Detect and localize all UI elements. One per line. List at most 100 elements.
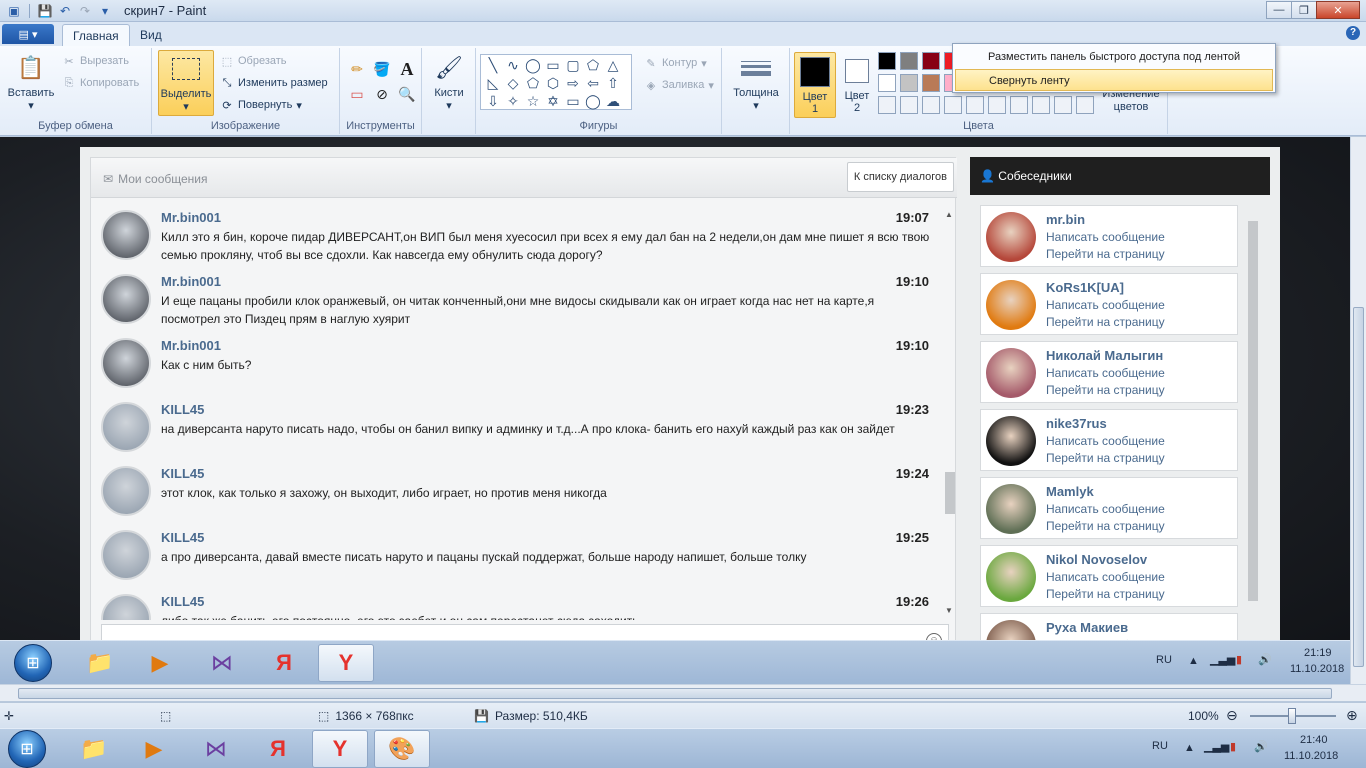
- palette-swatch[interactable]: [922, 74, 940, 92]
- canvas-horizontal-scrollbar[interactable]: [0, 684, 1366, 701]
- message-author[interactable]: KILL45: [161, 530, 204, 545]
- message-avatar[interactable]: [101, 530, 151, 580]
- diamond-shape-icon[interactable]: ◇: [503, 74, 523, 92]
- help-icon[interactable]: ?: [1346, 26, 1360, 40]
- arrow-right-shape-icon[interactable]: ⇨: [563, 74, 583, 92]
- contact-name[interactable]: Mamlyk: [1046, 484, 1094, 499]
- scroll-down-icon[interactable]: ▼: [943, 606, 955, 615]
- paint-app-icon[interactable]: ▣: [6, 3, 22, 19]
- contact-profile-link[interactable]: Перейти на страницу: [1046, 315, 1165, 329]
- pencil-icon[interactable]: ✏: [346, 58, 368, 80]
- message-avatar[interactable]: [101, 338, 151, 388]
- close-button[interactable]: ✕: [1316, 1, 1360, 19]
- message-author[interactable]: KILL45: [161, 466, 204, 481]
- message-list-scrollbar[interactable]: ▲ ▼: [943, 210, 955, 620]
- rounded-rect-shape-icon[interactable]: ▢: [563, 56, 583, 74]
- fill-button[interactable]: ◈ Заливка ▾: [644, 78, 714, 92]
- power-icon[interactable]: ▮: [1230, 740, 1236, 753]
- custom-color-swatch[interactable]: [922, 96, 940, 114]
- curve-shape-icon[interactable]: ∿: [503, 56, 523, 74]
- zoom-slider-knob[interactable]: [1288, 708, 1296, 724]
- pentagon-shape-icon[interactable]: ⬠: [523, 74, 543, 92]
- contact-profile-link[interactable]: Перейти на страницу: [1046, 247, 1165, 261]
- custom-color-swatch[interactable]: [1010, 96, 1028, 114]
- canvas-vertical-thumb[interactable]: [1353, 307, 1364, 667]
- contact-write-link[interactable]: Написать сообщение: [1046, 366, 1165, 380]
- contact-write-link[interactable]: Написать сообщение: [1046, 298, 1165, 312]
- contact-name[interactable]: Руха Макиев: [1046, 620, 1128, 635]
- taskbar-yandex-browser-icon[interactable]: Y: [312, 730, 368, 768]
- message-avatar[interactable]: [101, 210, 151, 260]
- polygon-shape-icon[interactable]: ⬠: [583, 56, 603, 74]
- contact-profile-link[interactable]: Перейти на страницу: [1046, 519, 1165, 533]
- oval-shape-icon[interactable]: ◯: [523, 56, 543, 74]
- custom-color-swatch[interactable]: [988, 96, 1006, 114]
- message-author[interactable]: Mr.bin001: [161, 274, 221, 289]
- resize-button[interactable]: ⤡ Изменить размер: [220, 76, 328, 90]
- select-button[interactable]: Выделить ▾: [158, 50, 214, 116]
- arrow-down-shape-icon[interactable]: ⇩: [483, 92, 503, 110]
- palette-swatch[interactable]: [900, 74, 918, 92]
- custom-color-swatch[interactable]: [944, 96, 962, 114]
- custom-color-swatch[interactable]: [1032, 96, 1050, 114]
- hexagon-shape-icon[interactable]: ⬡: [543, 74, 563, 92]
- contact-profile-link[interactable]: Перейти на страницу: [1046, 383, 1165, 397]
- text-tool-icon[interactable]: A: [396, 58, 418, 80]
- redo-icon[interactable]: ↷: [77, 3, 93, 19]
- contact-name[interactable]: Nikol Novoselov: [1046, 552, 1147, 567]
- custom-color-swatch[interactable]: [1076, 96, 1094, 114]
- contact-write-link[interactable]: Написать сообщение: [1046, 434, 1165, 448]
- contact-avatar[interactable]: [986, 212, 1036, 262]
- contact-profile-link[interactable]: Перейти на страницу: [1046, 451, 1165, 465]
- message-author[interactable]: Mr.bin001: [161, 210, 221, 225]
- volume-icon[interactable]: 🔊: [1254, 740, 1268, 753]
- callout-oval-shape-icon[interactable]: ◯: [583, 92, 603, 110]
- paint-canvas[interactable]: svarog-game.ru ✉ Мои сообщения К списку …: [0, 137, 1350, 684]
- start-button[interactable]: ⊞: [8, 730, 46, 768]
- tab-home[interactable]: Главная: [62, 24, 130, 46]
- message-author[interactable]: KILL45: [161, 402, 204, 417]
- zoom-out-icon[interactable]: ⊖: [1226, 707, 1238, 724]
- message-avatar[interactable]: [101, 274, 151, 324]
- brushes-button[interactable]: 🖌 Кисти ▾: [428, 50, 470, 112]
- message-author[interactable]: KILL45: [161, 594, 204, 609]
- clock-time[interactable]: 21:40: [1300, 734, 1328, 746]
- color-picker-icon[interactable]: ⊘: [371, 83, 393, 105]
- tray-arrow-icon[interactable]: ▲: [1184, 742, 1195, 754]
- size-button[interactable]: Толщина ▾: [730, 50, 782, 112]
- custom-color-swatch[interactable]: [966, 96, 984, 114]
- crop-button[interactable]: ⬚ Обрезать: [220, 54, 287, 68]
- contact-avatar[interactable]: [986, 552, 1036, 602]
- lang-indicator[interactable]: RU: [1152, 740, 1168, 752]
- file-menu-button[interactable]: ▤ ▾: [2, 24, 54, 44]
- contact-scroll-thumb[interactable]: [1248, 221, 1258, 601]
- line-shape-icon[interactable]: ╲: [483, 56, 503, 74]
- qat-dropdown-icon[interactable]: ▾: [97, 3, 113, 19]
- contact-name[interactable]: Николай Малыгин: [1046, 348, 1163, 363]
- message-avatar[interactable]: [101, 466, 151, 516]
- palette-swatch[interactable]: [878, 74, 896, 92]
- custom-color-swatch[interactable]: [900, 96, 918, 114]
- cut-button[interactable]: ✂ Вырезать: [62, 54, 129, 68]
- contact-avatar[interactable]: [986, 484, 1036, 534]
- tab-view[interactable]: Вид: [130, 24, 172, 46]
- contact-write-link[interactable]: Написать сообщение: [1046, 502, 1165, 516]
- callout-cloud-shape-icon[interactable]: ☁: [603, 92, 623, 110]
- palette-swatch[interactable]: [878, 52, 896, 70]
- contact-avatar[interactable]: [986, 348, 1036, 398]
- taskbar-explorer-icon[interactable]: 📁: [66, 730, 122, 768]
- message-avatar[interactable]: [101, 402, 151, 452]
- contact-list-scrollbar[interactable]: [1246, 205, 1258, 625]
- rotate-button[interactable]: ⟳ Повернуть ▾: [220, 98, 301, 112]
- maximize-button[interactable]: ❐: [1291, 1, 1317, 19]
- palette-swatch[interactable]: [900, 52, 918, 70]
- save-icon[interactable]: 💾: [37, 3, 53, 19]
- star4-shape-icon[interactable]: ✧: [503, 92, 523, 110]
- color1-button[interactable]: Цвет 1: [794, 52, 836, 118]
- triangle-shape-icon[interactable]: △: [603, 56, 623, 74]
- paste-button[interactable]: 📋 Вставить ▾: [6, 50, 56, 112]
- right-triangle-shape-icon[interactable]: ◺: [483, 74, 503, 92]
- menu-item-qat-below[interactable]: Разместить панель быстрого доступа под л…: [955, 46, 1273, 68]
- rectangle-shape-icon[interactable]: ▭: [543, 56, 563, 74]
- contact-profile-link[interactable]: Перейти на страницу: [1046, 587, 1165, 601]
